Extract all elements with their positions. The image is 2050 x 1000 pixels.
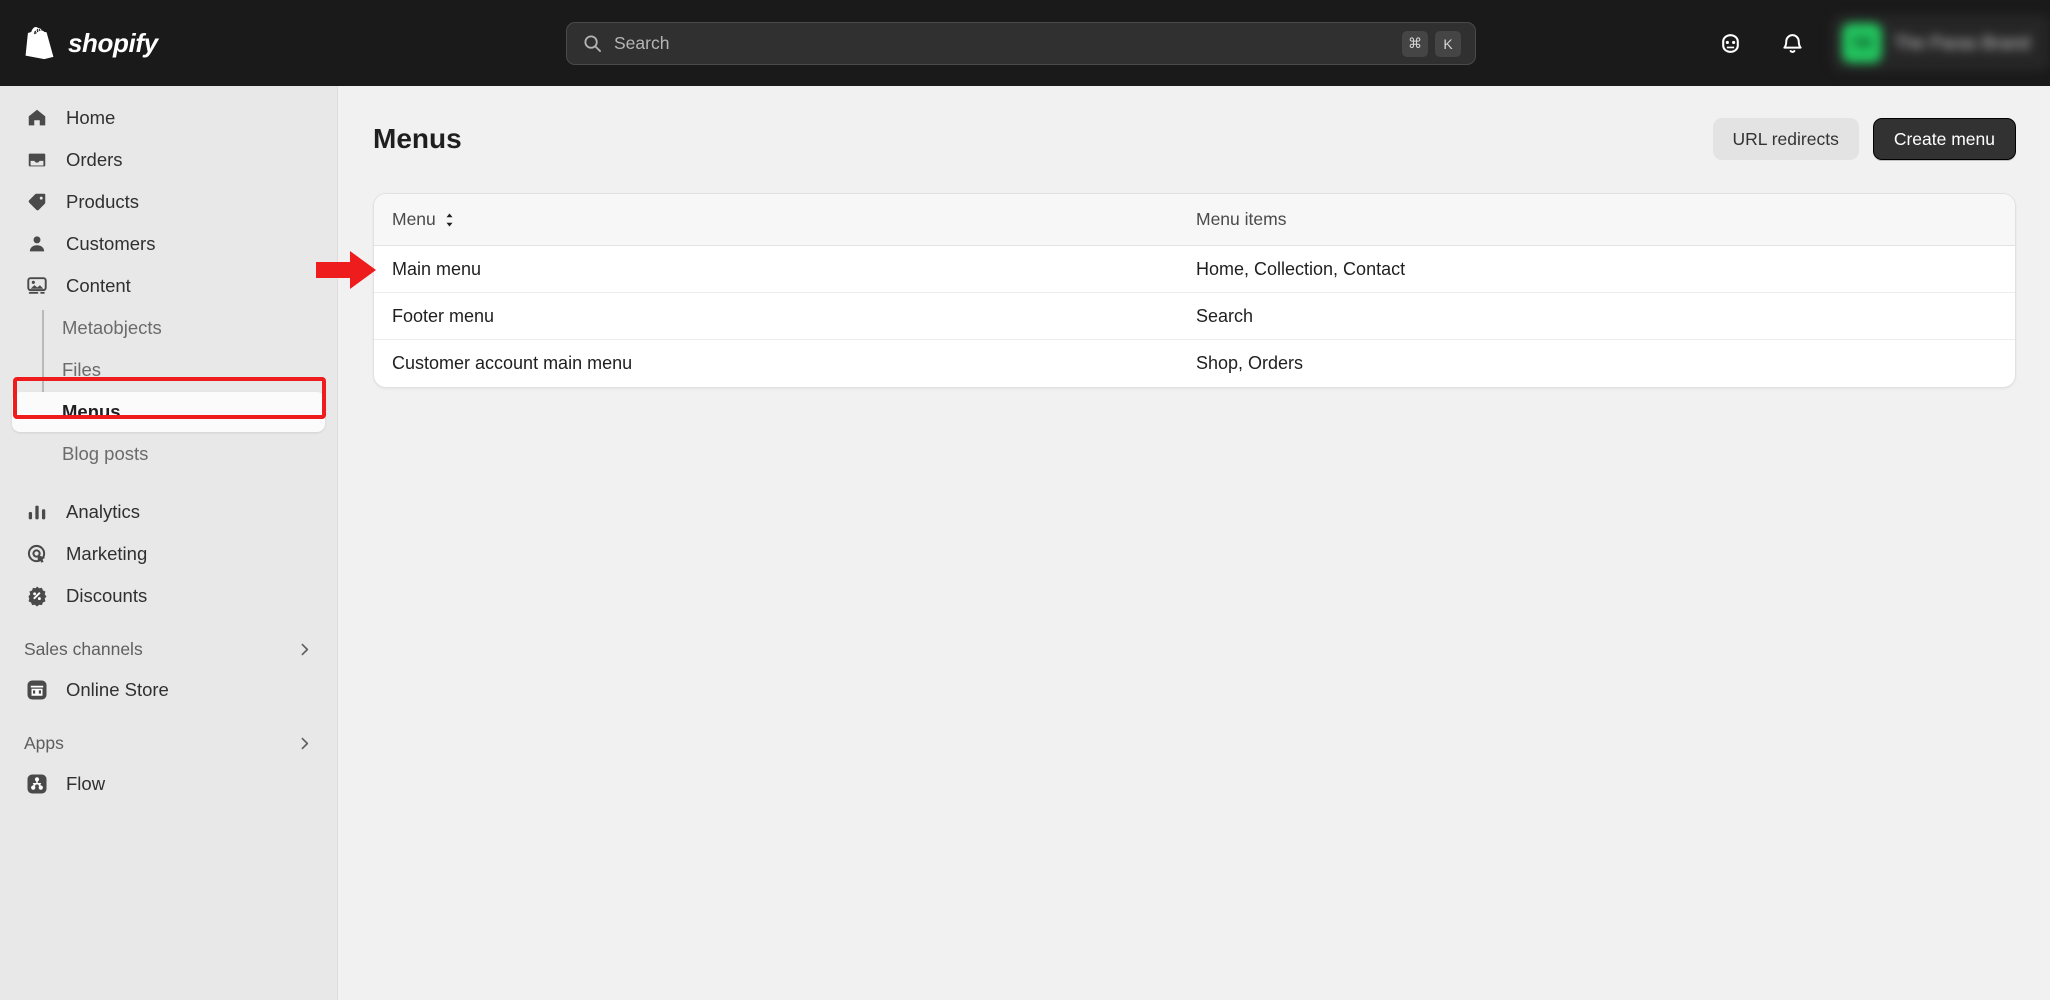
customers-person-icon (24, 231, 50, 257)
sidebar-item-products[interactable]: Products (12, 182, 325, 222)
shopify-logo[interactable]: shopify (25, 26, 158, 60)
cell-menu-name: Footer menu (392, 305, 495, 326)
sidebar-item-files[interactable]: Files (12, 350, 325, 390)
sidebar-item-analytics[interactable]: Analytics (12, 492, 325, 532)
sidebar-item-label: Content (66, 275, 131, 296)
table-header-row: Menu Menu items (374, 194, 2015, 246)
sidebar-item-flow[interactable]: Flow (12, 764, 325, 804)
avatar: TR (1841, 23, 1882, 63)
online-store-icon (24, 677, 50, 703)
bell-icon (1783, 33, 1803, 53)
content-subnav: Metaobjects Files Menus Blog posts (0, 308, 337, 474)
page-title: Menus (373, 123, 462, 154)
store-switcher-button[interactable]: TR The Paras Brand (1831, 15, 2050, 71)
notifications-button[interactable] (1770, 20, 1816, 66)
sidebar-item-label: Orders (66, 149, 123, 170)
sidebar-item-home[interactable]: Home (12, 98, 325, 138)
sidebar-item-menus[interactable]: Menus (12, 392, 325, 432)
sidebar-item-label: Marketing (66, 543, 148, 564)
sidebar-item-blog-posts[interactable]: Blog posts (12, 434, 325, 474)
search-input[interactable]: Search ⌘ K (566, 22, 1476, 65)
store-name: The Paras Brand (1893, 32, 2030, 53)
sidebar-section-apps[interactable]: Apps (12, 724, 325, 762)
cell-menu-items: Search (1196, 305, 1254, 326)
avatar-face-icon (1722, 33, 1740, 53)
cell-menu-items: Home, Collection, Contact (1196, 258, 1406, 279)
cell-menu-name: Main menu (392, 258, 482, 279)
sidebar-section-label: Apps (24, 732, 64, 753)
top-navigation-bar: shopify Search ⌘ K TR The Paras Brand (0, 0, 2050, 86)
sidebar: Home Orders Products Customers Content M… (0, 86, 338, 1000)
main-content: Menus URL redirects Create menu Menu Men… (339, 86, 2050, 1000)
shortcut-command-key: ⌘ (1402, 30, 1428, 57)
table-row[interactable]: Main menu Home, Collection, Contact (374, 246, 2015, 293)
search-icon (584, 35, 602, 53)
chevron-right-icon (301, 737, 309, 749)
sidebar-item-discounts[interactable]: Discounts (12, 576, 325, 616)
cell-menu-name: Customer account main menu (392, 353, 633, 373)
page-header: Menus URL redirects Create menu (339, 86, 2050, 160)
support-avatar-button[interactable] (1708, 20, 1754, 66)
discounts-badge-icon (24, 583, 50, 609)
sidebar-item-label: Menus (62, 401, 121, 422)
shopify-admin-window: shopify Search ⌘ K TR The Paras Brand Ho… (0, 0, 2050, 1000)
column-header-menu[interactable]: Menu (374, 209, 1191, 230)
sidebar-item-label: Products (66, 191, 140, 212)
column-header-label: Menu items (1196, 209, 1287, 229)
sidebar-item-label: Home (66, 107, 116, 128)
marketing-target-icon (24, 541, 50, 567)
sidebar-item-label: Files (62, 359, 102, 380)
sidebar-item-label: Metaobjects (62, 317, 162, 338)
menus-table-card: Menu Menu items Main menu Home, Collecti… (373, 193, 2016, 388)
sidebar-item-customers[interactable]: Customers (12, 224, 325, 264)
shopify-logo-text: shopify (68, 27, 158, 58)
column-header-menu-items: Menu items (1191, 209, 2015, 230)
chevron-right-icon (301, 643, 309, 655)
page-actions: URL redirects Create menu (1712, 118, 2016, 160)
shopify-bag-icon (25, 26, 54, 59)
analytics-bars-icon (24, 499, 50, 525)
sidebar-item-label: Blog posts (62, 443, 149, 464)
sidebar-item-label: Discounts (66, 585, 148, 606)
shortcut-k-key: K (1435, 30, 1461, 57)
sidebar-item-label: Online Store (66, 679, 169, 700)
sidebar-item-metaobjects[interactable]: Metaobjects (12, 308, 325, 348)
flow-icon (24, 771, 50, 797)
url-redirects-button[interactable]: URL redirects (1712, 118, 1859, 160)
table-row[interactable]: Footer menu Search (374, 293, 2015, 340)
orders-inbox-icon (24, 147, 50, 173)
sidebar-item-label: Analytics (66, 501, 141, 522)
sidebar-section-label: Sales channels (24, 638, 143, 659)
sidebar-section-sales-channels[interactable]: Sales channels (12, 630, 325, 668)
sidebar-item-content[interactable]: Content (12, 266, 325, 306)
sidebar-item-marketing[interactable]: Marketing (12, 534, 325, 574)
cell-menu-items: Shop, Orders (1196, 353, 1304, 373)
search-shortcut-badges: ⌘ K (1402, 30, 1461, 57)
sort-chevrons-icon (446, 213, 453, 226)
sidebar-item-label: Flow (66, 773, 106, 794)
sidebar-item-online-store[interactable]: Online Store (12, 670, 325, 710)
content-image-icon (24, 273, 50, 299)
products-tag-icon (24, 189, 50, 215)
create-menu-button[interactable]: Create menu (1872, 118, 2016, 160)
search-placeholder: Search (614, 33, 670, 53)
column-header-label: Menu (392, 209, 436, 229)
home-icon (24, 105, 50, 131)
sidebar-item-label: Customers (66, 233, 156, 254)
topbar-actions: TR The Paras Brand (1708, 0, 2050, 86)
table-row[interactable]: Customer account main menu Shop, Orders (374, 340, 2015, 387)
sidebar-item-orders[interactable]: Orders (12, 140, 325, 180)
